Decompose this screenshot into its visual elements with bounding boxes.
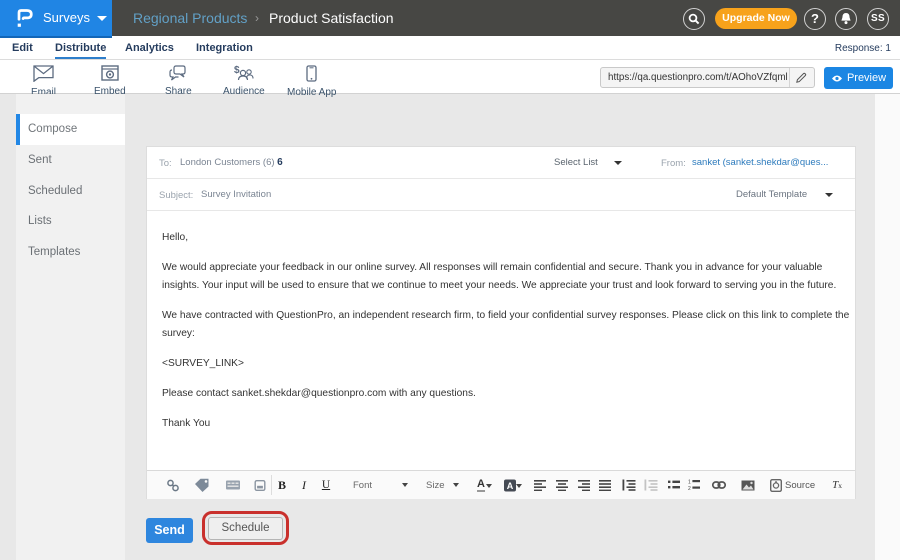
svg-text:$: $ [234, 65, 240, 76]
svg-text:2: 2 [688, 486, 691, 491]
svg-text:1: 1 [688, 480, 691, 486]
svg-text:A: A [507, 480, 514, 490]
